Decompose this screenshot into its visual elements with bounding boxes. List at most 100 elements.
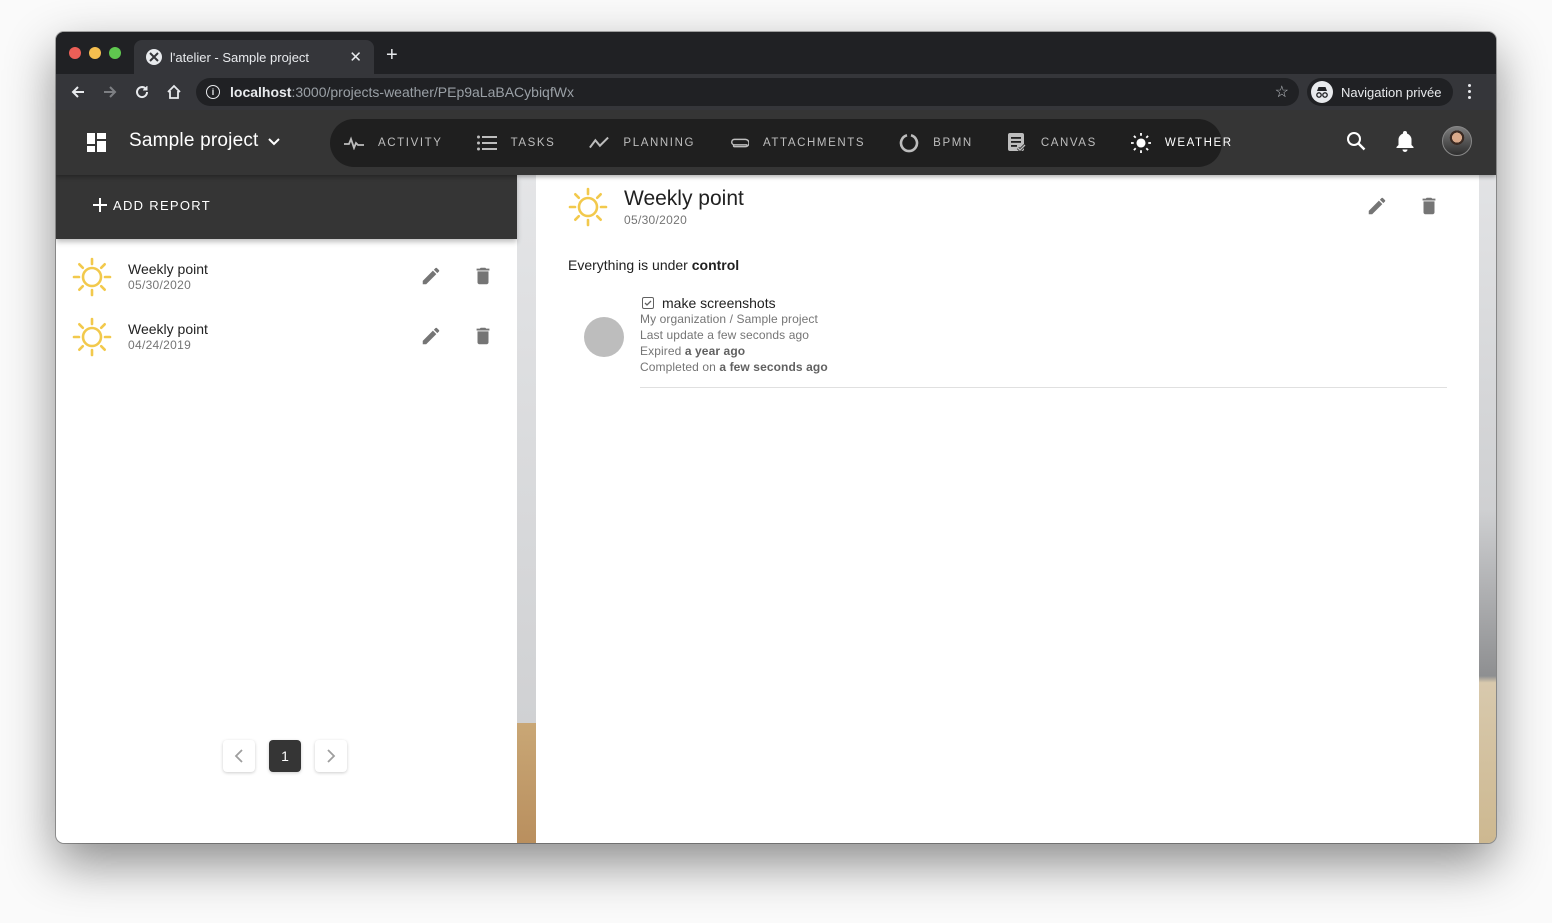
site-info-icon[interactable]: i: [206, 85, 220, 99]
url-host: localhost: [230, 84, 292, 100]
url-text[interactable]: localhost:3000/projects-weather/PEp9aLaB…: [230, 84, 1275, 100]
background-wood: [517, 723, 536, 843]
browser-tab[interactable]: l'atelier - Sample project ✕: [134, 40, 374, 74]
task-completed: Completed on a few seconds ago: [640, 359, 1447, 375]
reload-button[interactable]: [132, 82, 152, 102]
delete-trash-icon[interactable]: [472, 265, 494, 287]
chevron-left-icon: [234, 749, 243, 763]
close-tab-icon[interactable]: ✕: [349, 48, 362, 66]
browser-window: l'atelier - Sample project ✕ + i localho…: [56, 32, 1496, 843]
bookmark-star-icon[interactable]: ☆: [1275, 82, 1289, 102]
home-icon: [167, 84, 181, 99]
header-actions: [1344, 126, 1472, 156]
nav-tasks[interactable]: TASKS: [476, 133, 556, 153]
browser-toolbar: i localhost:3000/projects-weather/PEp9aL…: [56, 74, 1496, 110]
weather-sunny-icon: [72, 317, 112, 357]
window-controls: [69, 47, 121, 59]
description-bold: control: [691, 257, 740, 273]
nav-activity[interactable]: ACTIVITY: [344, 133, 443, 153]
edit-pencil-icon[interactable]: [420, 325, 442, 347]
pagination: 1: [223, 740, 347, 772]
incognito-indicator[interactable]: Navigation privée: [1307, 78, 1453, 106]
chevron-down-icon: [267, 138, 280, 146]
nav-canvas[interactable]: CANVAS: [1007, 133, 1097, 153]
trending-icon: [589, 133, 610, 153]
plus-icon: [93, 198, 107, 212]
task-checkbox[interactable]: [642, 297, 654, 309]
nav-label: BPMN: [933, 137, 973, 149]
address-bar[interactable]: i localhost:3000/projects-weather/PEp9aL…: [196, 78, 1299, 106]
app-root: Sample project ACTIVITY TASKS PLANNING A…: [56, 110, 1496, 843]
tab-strip: l'atelier - Sample project ✕ +: [56, 32, 1496, 74]
search-icon[interactable]: [1344, 129, 1368, 153]
report-list-item[interactable]: Weekly point 04/24/2019: [56, 307, 517, 367]
url-path: :3000/projects-weather/PEp9aLaBACybiqfWx: [291, 84, 574, 100]
weather-sunny-icon: [568, 187, 608, 227]
nav-label: PLANNING: [623, 137, 696, 149]
nav-bpmn[interactable]: BPMN: [899, 133, 973, 153]
section-nav: ACTIVITY TASKS PLANNING ATTACHMENTS BPMN: [330, 119, 1231, 167]
nav-attachments[interactable]: ATTACHMENTS: [729, 133, 865, 153]
app-header: Sample project ACTIVITY TASKS PLANNING A…: [56, 110, 1496, 175]
activity-icon: [344, 133, 364, 153]
list-icon: [476, 133, 497, 153]
edit-pencil-icon[interactable]: [420, 265, 442, 287]
report-title: Weekly point: [128, 261, 208, 277]
task-expired-label: Expired: [640, 344, 685, 358]
reports-panel: ADD REPORT Weekly point 05/30/2020 Weekl…: [56, 175, 517, 843]
browser-menu-icon[interactable]: [1468, 84, 1471, 99]
task-expired-value: a year ago: [684, 344, 746, 358]
close-window-button[interactable]: [69, 47, 81, 59]
arrow-left-icon: [71, 86, 84, 98]
nav-label: ACTIVITY: [378, 137, 443, 149]
notifications-bell-icon[interactable]: [1393, 129, 1417, 153]
check-icon: [644, 300, 652, 306]
task-title: make screenshots: [662, 295, 776, 311]
reports-panel-header: ADD REPORT: [56, 175, 517, 239]
minimize-window-button[interactable]: [89, 47, 101, 59]
nav-label: ATTACHMENTS: [763, 137, 866, 149]
home-button[interactable]: [164, 82, 184, 102]
arrow-right-icon: [104, 86, 117, 98]
delete-trash-icon[interactable]: [472, 325, 494, 347]
nav-label: WEATHER: [1164, 137, 1233, 149]
tab-title: l'atelier - Sample project: [170, 49, 310, 65]
canvas-doc-icon: [1007, 133, 1027, 153]
maximize-window-button[interactable]: [109, 47, 121, 59]
report-description: Everything is under control: [568, 257, 739, 273]
forward-button[interactable]: [100, 82, 120, 102]
report-list: Weekly point 05/30/2020 Weekly point 04/…: [56, 247, 517, 367]
edit-pencil-icon[interactable]: [1366, 195, 1388, 217]
report-detail-title: Weekly point: [624, 187, 744, 210]
new-tab-button[interactable]: +: [386, 45, 398, 65]
nav-label: TASKS: [510, 137, 556, 149]
report-date: 05/30/2020: [128, 278, 192, 292]
report-date: 04/24/2019: [128, 338, 192, 352]
next-page-button[interactable]: [315, 740, 347, 772]
page-button[interactable]: 1: [269, 740, 301, 772]
dashboard-icon[interactable]: [87, 133, 106, 152]
project-selector[interactable]: Sample project: [129, 130, 281, 152]
report-title: Weekly point: [128, 321, 208, 337]
delete-trash-icon[interactable]: [1418, 195, 1440, 217]
paperclip-icon: [729, 133, 750, 153]
add-report-button[interactable]: ADD REPORT: [92, 197, 211, 213]
chevron-right-icon: [327, 749, 336, 763]
sun-icon: [1130, 133, 1151, 153]
incognito-icon: [1311, 81, 1333, 103]
background-strip: [517, 175, 536, 723]
task-details: make screenshots My organization / Sampl…: [640, 295, 1447, 388]
back-button[interactable]: [68, 82, 88, 102]
add-report-label: ADD REPORT: [113, 197, 211, 213]
previous-page-button[interactable]: [223, 740, 255, 772]
background-strip-right: [1479, 175, 1496, 843]
task-path: My organization / Sample project: [640, 312, 818, 326]
circle-notch-icon: [899, 133, 919, 153]
user-avatar[interactable]: [1442, 126, 1472, 156]
incognito-label: Navigation privée: [1341, 84, 1442, 100]
nav-weather[interactable]: WEATHER: [1130, 133, 1233, 153]
report-detail-panel: Weekly point 05/30/2020 Everything is un…: [536, 175, 1479, 843]
nav-planning[interactable]: PLANNING: [589, 133, 695, 153]
report-list-item[interactable]: Weekly point 05/30/2020: [56, 247, 517, 307]
project-name: Sample project: [129, 130, 259, 151]
